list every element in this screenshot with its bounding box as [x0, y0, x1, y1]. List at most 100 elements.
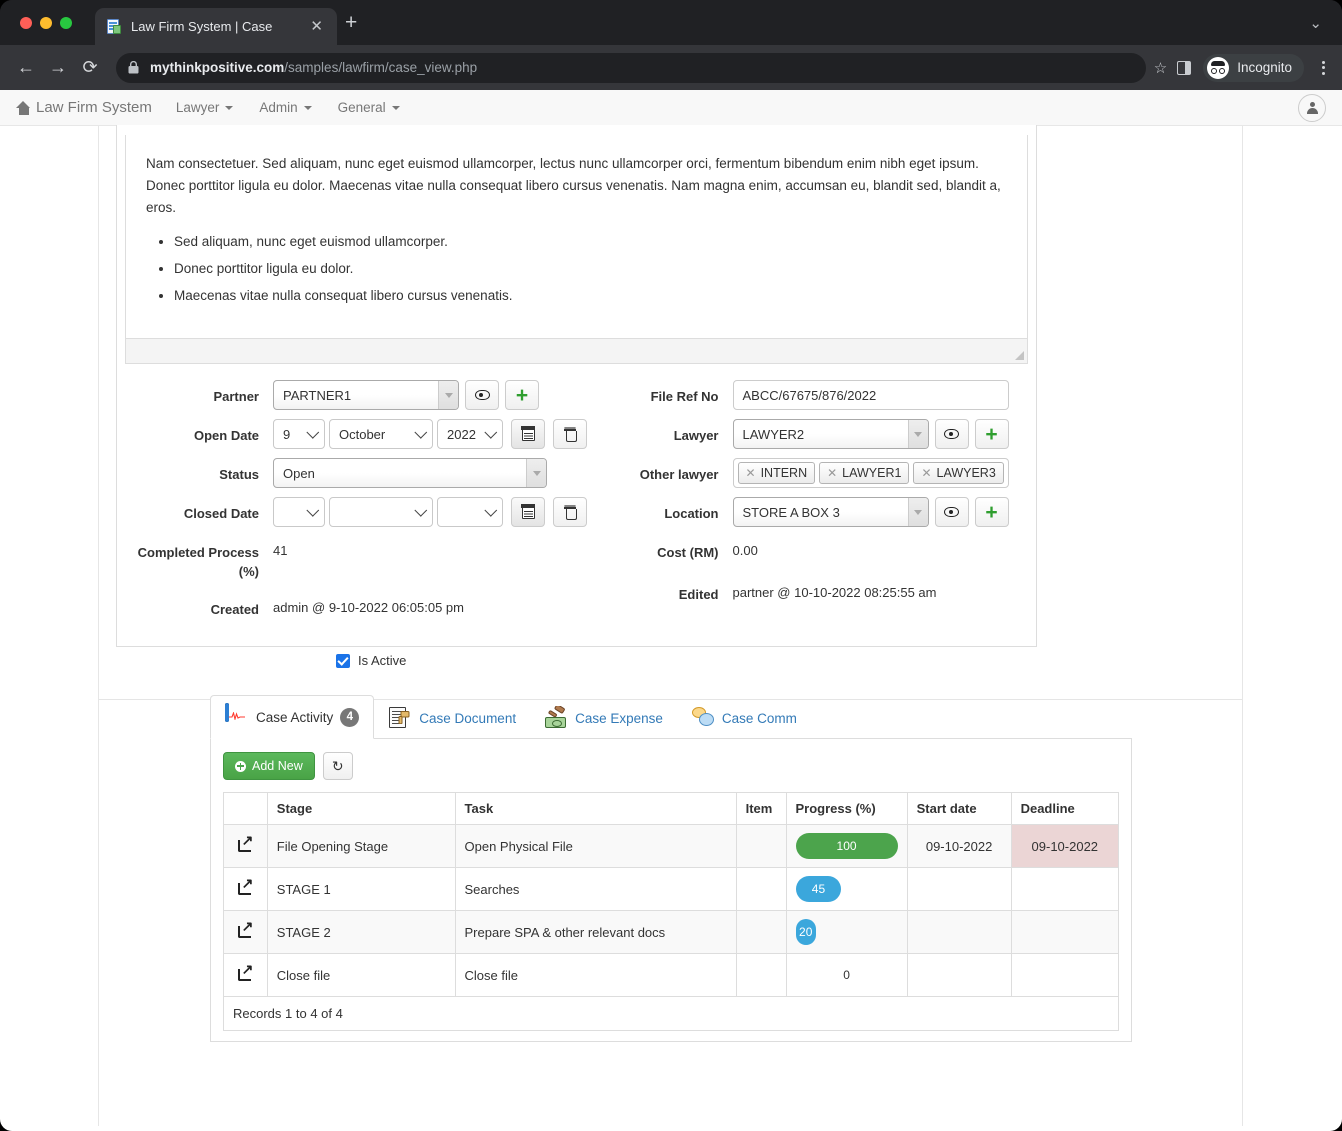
- add-new-button[interactable]: Add New: [223, 752, 315, 780]
- is-active-checkbox-group[interactable]: Is Active: [336, 653, 406, 668]
- open-date-day-value: 9: [283, 426, 291, 442]
- row-open-link-cell[interactable]: [223, 910, 268, 954]
- column-header-stage[interactable]: Stage: [266, 792, 456, 825]
- user-account-button[interactable]: [1298, 94, 1326, 122]
- cell-start-date: [906, 867, 1012, 911]
- progress-bar: 0: [796, 962, 898, 988]
- location-add-button[interactable]: +: [974, 497, 1009, 527]
- lock-icon: [128, 61, 139, 74]
- forward-button[interactable]: →: [42, 57, 74, 78]
- field-edited-label: Edited: [678, 587, 719, 602]
- tag-label: LAWYER1: [842, 466, 902, 480]
- case-activity-pane: Add New ↻ Stage Task Item Progress (%) S…: [210, 739, 1132, 1042]
- activity-monitor-icon: [225, 703, 249, 729]
- reload-button[interactable]: ⟳: [74, 57, 106, 78]
- refresh-button[interactable]: ↻: [322, 752, 353, 780]
- location-view-button[interactable]: [934, 497, 969, 527]
- open-date-year-select[interactable]: 2022: [437, 419, 503, 449]
- external-link-icon[interactable]: [238, 833, 253, 852]
- close-tab-icon[interactable]: ✕: [306, 19, 327, 34]
- tag-item[interactable]: ✕ INTERN: [737, 462, 816, 484]
- back-button[interactable]: ←: [10, 57, 42, 78]
- closed-date-month-select[interactable]: [329, 497, 433, 527]
- lawyer-view-button[interactable]: [934, 419, 969, 449]
- tab-case-document[interactable]: Case Document: [374, 697, 530, 739]
- lawyer-select[interactable]: LAWYER2: [732, 419, 929, 449]
- tag-item[interactable]: ✕ LAWYER1: [819, 462, 910, 484]
- partner-view-button[interactable]: [465, 380, 499, 410]
- remove-tag-icon[interactable]: ✕: [746, 466, 756, 480]
- chevron-down-icon[interactable]: ⌄: [1309, 14, 1322, 32]
- row-open-link-cell[interactable]: [223, 953, 268, 997]
- closed-date-year-select[interactable]: [437, 497, 503, 527]
- progress-bar: 100: [795, 833, 898, 859]
- nav-item-general-label: General: [337, 100, 386, 115]
- column-header-deadline[interactable]: Deadline: [1010, 792, 1120, 825]
- column-header-item[interactable]: Item: [735, 792, 787, 825]
- row-open-link-cell[interactable]: [223, 824, 268, 868]
- cell-deadline: [1010, 910, 1120, 954]
- tab-case-activity[interactable]: Case Activity 4: [210, 695, 375, 739]
- partner-select[interactable]: PARTNER1: [273, 380, 459, 410]
- browser-menu-icon[interactable]: [1310, 58, 1336, 77]
- bookmark-star-icon[interactable]: ☆: [1154, 59, 1167, 77]
- page-content: Law Firm System Lawyer Admin General Nam…: [0, 90, 1342, 1131]
- table-row[interactable]: STAGE 1 Searches 45: [223, 867, 1120, 911]
- resize-handle-icon[interactable]: [1015, 351, 1024, 360]
- is-active-checkbox[interactable]: [336, 653, 350, 668]
- table-row[interactable]: File Opening Stage Open Physical File 10…: [223, 824, 1120, 868]
- field-completed-process-label: Completed Process (%): [137, 545, 259, 579]
- open-date-calendar-button[interactable]: [511, 419, 545, 449]
- table-header: Stage Task Item Progress (%) Start date …: [223, 792, 1120, 825]
- cell-progress: 45: [785, 867, 908, 911]
- incognito-indicator[interactable]: Incognito: [1203, 53, 1304, 82]
- other-lawyer-tags-input[interactable]: ✕ INTERN ✕ LAWYER1 ✕ LAWYER3: [732, 458, 1009, 488]
- field-open-date: Open Date 9 October 2022: [117, 419, 587, 449]
- closed-date-day-select[interactable]: [273, 497, 325, 527]
- gavel-money-icon: [544, 706, 568, 730]
- external-link-icon[interactable]: [238, 876, 253, 895]
- column-header-progress[interactable]: Progress (%): [785, 792, 908, 825]
- open-date-month-select[interactable]: October: [329, 419, 433, 449]
- progress-bar-value: 0: [843, 968, 850, 982]
- table-row[interactable]: STAGE 2 Prepare SPA & other relevant doc…: [223, 910, 1120, 954]
- remove-tag-icon[interactable]: ✕: [827, 466, 837, 480]
- document-gavel-icon: [388, 706, 412, 730]
- cell-progress: 20: [785, 910, 908, 954]
- open-date-day-select[interactable]: 9: [273, 419, 325, 449]
- minimize-window-button[interactable]: [40, 17, 52, 29]
- caret-down-icon: [225, 105, 234, 110]
- external-link-icon[interactable]: [238, 962, 253, 981]
- address-bar[interactable]: mythinkpositive.com/samples/lawfirm/case…: [116, 52, 1146, 83]
- file-ref-no-input[interactable]: ABCC/67675/876/2022: [732, 380, 1009, 410]
- column-header-task[interactable]: Task: [454, 792, 737, 825]
- new-tab-button[interactable]: +: [345, 12, 357, 33]
- tag-item[interactable]: ✕ LAWYER3: [913, 462, 1004, 484]
- waveform-icon: [229, 712, 245, 720]
- row-open-link-cell[interactable]: [223, 867, 268, 911]
- maximize-window-button[interactable]: [60, 17, 72, 29]
- location-select[interactable]: STORE A BOX 3: [732, 497, 929, 527]
- field-open-date-label: Open Date: [193, 428, 259, 443]
- content-panel: Nam consectetuer. Sed aliquam, nunc eget…: [98, 125, 1243, 1126]
- side-panel-icon[interactable]: [1177, 60, 1192, 75]
- browser-tab[interactable]: Law Firm System | Case ✕: [95, 8, 337, 45]
- remove-tag-icon[interactable]: ✕: [921, 466, 931, 480]
- tab-case-comm[interactable]: Case Comm: [677, 697, 811, 739]
- partner-add-button[interactable]: +: [505, 380, 539, 410]
- lawyer-add-button[interactable]: +: [974, 419, 1009, 449]
- window-controls[interactable]: [20, 17, 72, 29]
- close-window-button[interactable]: [20, 17, 32, 29]
- status-select[interactable]: Open: [273, 458, 547, 488]
- table-header-row: Stage Task Item Progress (%) Start date …: [223, 792, 1120, 825]
- closed-date-calendar-button[interactable]: [511, 497, 545, 527]
- tab-case-expense[interactable]: Case Expense: [530, 697, 677, 739]
- column-header-start-date[interactable]: Start date: [906, 792, 1012, 825]
- table-row[interactable]: Close file Close file 0: [223, 953, 1120, 997]
- external-link-icon[interactable]: [238, 919, 253, 938]
- nav-item-lawyer[interactable]: Lawyer: [176, 100, 234, 115]
- browser-tab-strip: Law Firm System | Case ✕ + ⌄: [0, 0, 1342, 45]
- nav-item-general[interactable]: General: [338, 100, 400, 115]
- app-brand[interactable]: Law Firm System: [16, 99, 152, 116]
- nav-item-admin[interactable]: Admin: [259, 100, 312, 115]
